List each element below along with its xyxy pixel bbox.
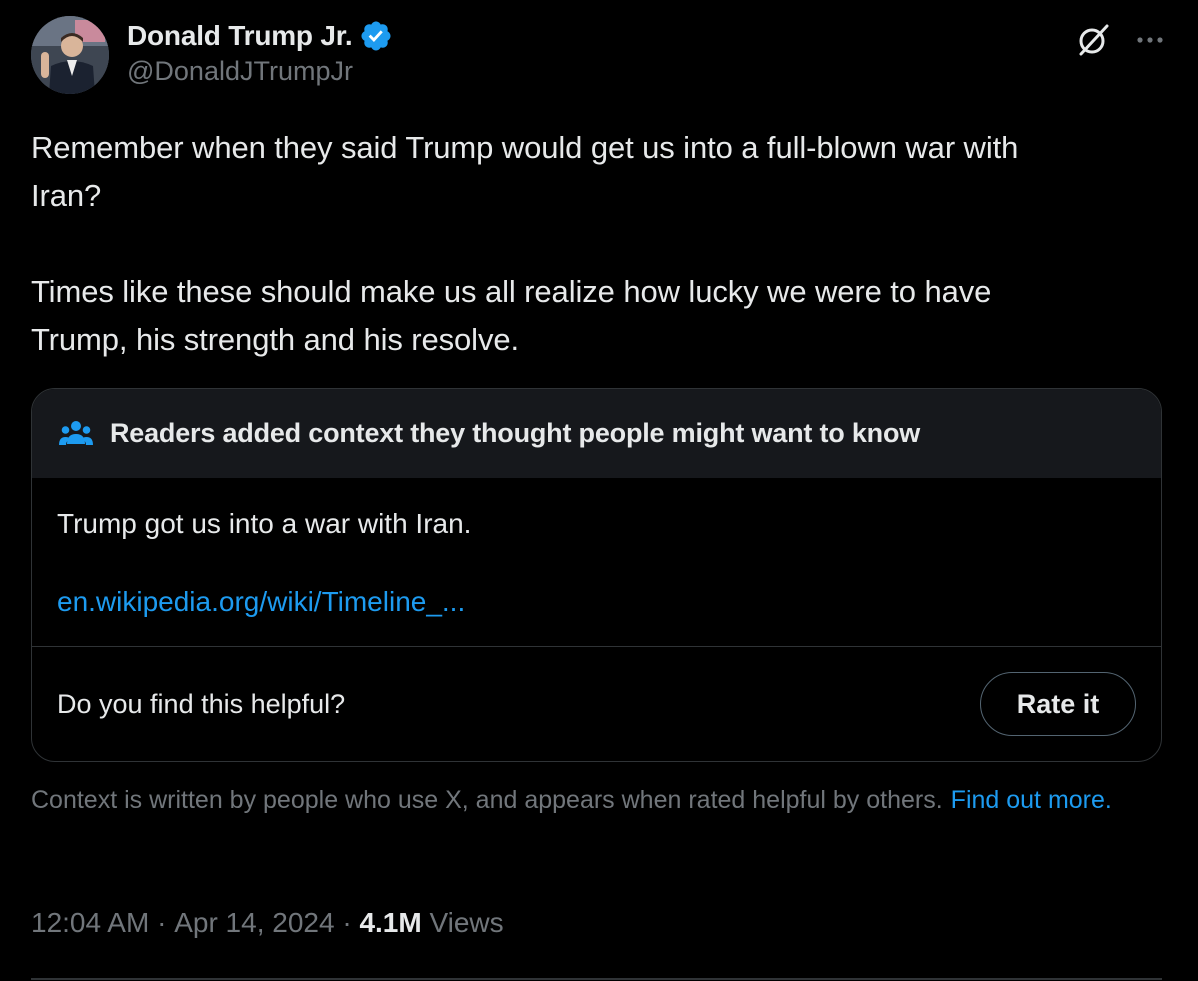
author-handle[interactable]: @DonaldJTrumpJr <box>127 56 393 87</box>
views-count[interactable]: 4.1M <box>359 907 421 939</box>
people-icon <box>59 420 93 445</box>
avatar[interactable] <box>31 16 109 94</box>
tweet-time[interactable]: 12:04 AM <box>31 907 149 939</box>
community-note: Readers added context they thought peopl… <box>31 388 1162 762</box>
tweet-date[interactable]: Apr 14, 2024 <box>174 907 334 939</box>
tweet-meta: 12:04 AM · Apr 14, 2024 · 4.1M Views <box>31 907 504 939</box>
bottom-divider <box>31 978 1162 980</box>
avatar-photo <box>31 16 109 94</box>
meta-separator: · <box>334 907 360 938</box>
context-info: Context is written by people who use X, … <box>31 784 1138 816</box>
more-options-icon[interactable] <box>1133 23 1167 57</box>
find-out-more-link[interactable]: Find out more. <box>951 786 1112 814</box>
community-note-text: Trump got us into a war with Iran. <box>57 508 472 539</box>
header-actions <box>1075 22 1167 58</box>
rate-it-button[interactable]: Rate it <box>980 672 1136 736</box>
verified-badge-icon <box>360 21 391 51</box>
tweet-header: Donald Trump Jr. @DonaldJTrumpJr <box>31 14 1167 98</box>
tweet: Donald Trump Jr. @DonaldJTrumpJr Remembe… <box>0 0 1198 981</box>
author-info: Donald Trump Jr. @DonaldJTrumpJr <box>127 18 393 87</box>
author-display-name[interactable]: Donald Trump Jr. <box>127 20 353 52</box>
community-note-body: Trump got us into a war with Iran. en.wi… <box>32 478 1161 647</box>
views-label: Views <box>421 907 504 938</box>
meta-separator: · <box>149 907 175 938</box>
community-note-footer: Do you find this helpful? Rate it <box>32 647 1161 761</box>
community-note-title: Readers added context they thought peopl… <box>110 418 921 448</box>
display-name-row: Donald Trump Jr. <box>127 18 393 54</box>
community-note-source-link[interactable]: en.wikipedia.org/wiki/Timeline_... <box>57 586 465 618</box>
community-note-header: Readers added context they thought peopl… <box>32 389 1161 478</box>
tweet-text: Remember when they said Trump would get … <box>31 130 1019 357</box>
helpful-question: Do you find this helpful? <box>57 688 346 719</box>
context-info-text: Context is written by people who use X, … <box>31 786 943 814</box>
grok-icon[interactable] <box>1075 22 1111 58</box>
